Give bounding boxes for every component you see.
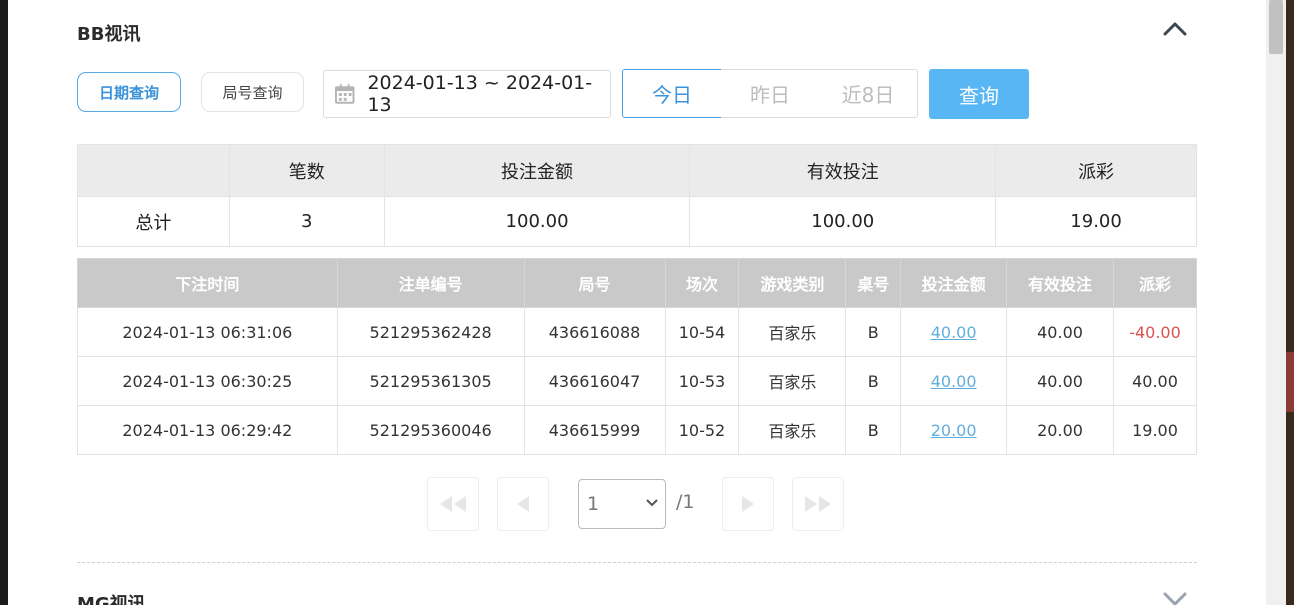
date-query-tab[interactable]: 日期查询 xyxy=(77,72,181,112)
date-range-value: 2024-01-13 ~ 2024-01-13 xyxy=(367,72,593,116)
header-round-number: 局号 xyxy=(523,258,666,308)
summary-total-count: 3 xyxy=(228,196,385,247)
round-query-tab[interactable]: 局号查询 xyxy=(201,72,304,112)
summary-total-payout: 19.00 xyxy=(995,196,1197,247)
payout: 19.00 xyxy=(1112,405,1198,455)
header-bet-amount: 投注金额 xyxy=(900,258,1008,308)
summary-header-count: 笔数 xyxy=(228,144,385,197)
summary-header-row: 笔数 投注金额 有效投注 派彩 xyxy=(77,144,1197,197)
section-title: BB视讯 xyxy=(77,24,141,45)
chevron-down-icon[interactable] xyxy=(1162,588,1188,605)
game-category: 百家乐 xyxy=(738,405,847,455)
game-number: 10-53 xyxy=(664,356,740,406)
section-divider xyxy=(77,562,1197,563)
last-page-button[interactable] xyxy=(792,477,844,531)
current-page: 1 xyxy=(587,493,600,515)
first-page-button[interactable] xyxy=(427,477,479,531)
bet-detail-table: 下注时间 注单编号 局号 场次 游戏类别 桌号 投注金额 有效投注 派彩 202… xyxy=(77,258,1198,455)
double-chevron-right-icon xyxy=(805,496,831,512)
next-page-button[interactable] xyxy=(722,477,774,531)
next-section-title[interactable]: MG视讯 xyxy=(77,590,146,605)
valid-bet: 20.00 xyxy=(1006,405,1114,455)
double-chevron-left-icon xyxy=(440,496,466,512)
bet-amount[interactable]: 20.00 xyxy=(931,421,977,440)
header-valid-bet: 有效投注 xyxy=(1006,258,1114,308)
round-number: 436616047 xyxy=(523,356,666,406)
query-button[interactable]: 查询 xyxy=(929,69,1029,119)
right-edge-background xyxy=(1286,0,1294,605)
table-row: 2024-01-13 06:29:42 521295360046 4366159… xyxy=(77,405,1198,455)
round-number: 436616088 xyxy=(523,307,666,357)
today-filter-button[interactable]: 今日 xyxy=(622,69,722,118)
yesterday-filter-button[interactable]: 昨日 xyxy=(721,69,820,118)
chevron-down-icon xyxy=(646,499,658,507)
bet-amount-link[interactable]: 40.00 xyxy=(900,307,1008,357)
summary-header-payout: 派彩 xyxy=(995,144,1197,197)
chevron-right-icon xyxy=(742,496,754,512)
valid-bet: 40.00 xyxy=(1006,356,1114,406)
header-order-number: 注单编号 xyxy=(336,258,525,308)
left-edge xyxy=(0,0,8,605)
content-panel: BB视讯 日期查询 局号查询 2024-01-13 ~ 2024-01-13 今… xyxy=(8,0,1266,605)
table-number: B xyxy=(845,405,902,455)
summary-total-label: 总计 xyxy=(77,196,230,247)
round-number: 436615999 xyxy=(523,405,666,455)
previous-page-button[interactable] xyxy=(497,477,549,531)
payout: 40.00 xyxy=(1112,356,1198,406)
game-category: 百家乐 xyxy=(738,307,847,357)
last-8-days-filter-button[interactable]: 近8日 xyxy=(819,69,918,118)
payout: -40.00 xyxy=(1112,307,1198,357)
page-total: /1 xyxy=(676,491,695,513)
table-number: B xyxy=(845,356,902,406)
summary-table: 笔数 投注金额 有效投注 派彩 总计 3 100.00 100.00 19.00 xyxy=(77,144,1197,247)
summary-header-valid: 有效投注 xyxy=(689,144,997,197)
header-game-number: 场次 xyxy=(664,258,740,308)
bet-time: 2024-01-13 06:30:25 xyxy=(77,356,338,406)
header-table-number: 桌号 xyxy=(845,258,902,308)
summary-header-bet: 投注金额 xyxy=(383,144,691,197)
valid-bet: 40.00 xyxy=(1006,307,1114,357)
summary-total-bet: 100.00 xyxy=(383,196,691,247)
table-row: 2024-01-13 06:30:25 521295361305 4366160… xyxy=(77,356,1198,406)
vertical-scrollbar[interactable] xyxy=(1266,0,1286,605)
table-number: B xyxy=(845,307,902,357)
game-number: 10-54 xyxy=(664,307,740,357)
table-row: 2024-01-13 06:31:06 521295362428 4366160… xyxy=(77,307,1198,357)
scrollbar-thumb[interactable] xyxy=(1269,0,1283,54)
chevron-left-icon xyxy=(517,496,529,512)
game-category: 百家乐 xyxy=(738,356,847,406)
date-range-picker[interactable]: 2024-01-13 ~ 2024-01-13 xyxy=(323,70,611,118)
bet-amount-link[interactable]: 20.00 xyxy=(900,405,1008,455)
page-select[interactable]: 1 xyxy=(578,479,666,529)
bet-time: 2024-01-13 06:31:06 xyxy=(77,307,338,357)
header-payout: 派彩 xyxy=(1112,258,1198,308)
bet-amount[interactable]: 40.00 xyxy=(931,372,977,391)
header-bet-time: 下注时间 xyxy=(77,258,338,308)
game-number: 10-52 xyxy=(664,405,740,455)
bet-amount-link[interactable]: 40.00 xyxy=(900,356,1008,406)
order-number: 521295361305 xyxy=(336,356,525,406)
header-game-category: 游戏类别 xyxy=(738,258,847,308)
chevron-up-icon[interactable] xyxy=(1162,18,1188,40)
summary-total-row: 总计 3 100.00 100.00 19.00 xyxy=(77,196,1197,247)
summary-total-valid: 100.00 xyxy=(689,196,997,247)
background-decoration xyxy=(1286,352,1294,412)
bet-time: 2024-01-13 06:29:42 xyxy=(77,405,338,455)
summary-header-empty xyxy=(77,144,230,197)
order-number: 521295362428 xyxy=(336,307,525,357)
detail-header-row: 下注时间 注单编号 局号 场次 游戏类别 桌号 投注金额 有效投注 派彩 xyxy=(77,258,1198,308)
bet-amount[interactable]: 40.00 xyxy=(931,323,977,342)
calendar-icon xyxy=(334,84,355,104)
order-number: 521295360046 xyxy=(336,405,525,455)
